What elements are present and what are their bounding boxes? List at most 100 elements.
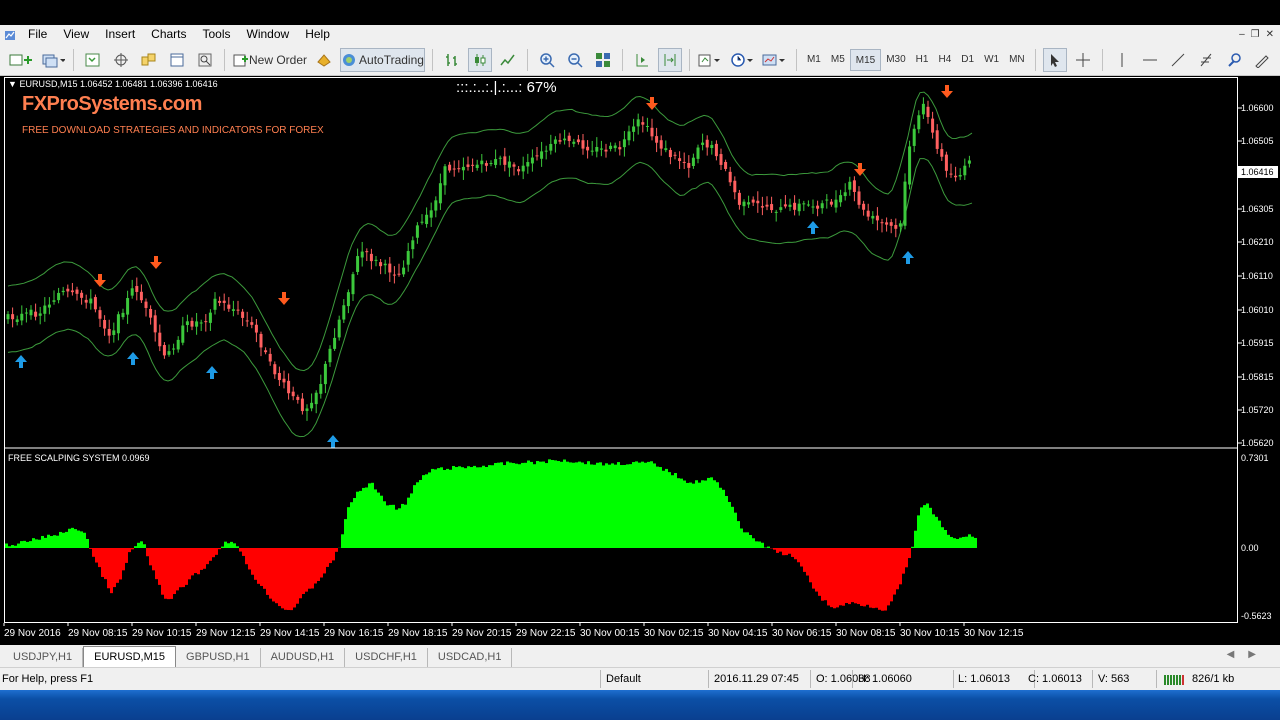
tab-scroll-arrows[interactable]: ◀▶ [1227, 649, 1270, 660]
menu-file[interactable]: File [20, 25, 55, 44]
status-bar: For Help, press F1 Default 2016.11.29 07… [0, 667, 1280, 690]
draw-tools-icon[interactable] [1250, 48, 1274, 72]
indicator-level-label: 0.7301 [1241, 453, 1269, 463]
tab-audusd-h1[interactable]: AUDUSD,H1 [261, 648, 346, 667]
tile-windows-icon[interactable] [591, 48, 615, 72]
price-label: 1.05815 [1241, 372, 1274, 382]
status-traffic: 826/1 kb [1192, 673, 1235, 685]
time-label: 29 Nov 12:15 [196, 628, 256, 639]
timeframe-d1[interactable]: D1 [956, 49, 979, 71]
chart-area[interactable] [4, 77, 1238, 623]
crosshair-icon[interactable] [1071, 48, 1095, 72]
tab-usdcad-h1[interactable]: USDCAD,H1 [428, 648, 513, 667]
minimize-icon[interactable]: – [1239, 29, 1245, 40]
cursor-icon[interactable] [1042, 47, 1067, 72]
brand-tagline: FREE DOWNLOAD STRATEGIES AND INDICATORS … [22, 125, 324, 136]
tab-eurusd-m15[interactable]: EURUSD,M15 [83, 646, 177, 667]
time-label: 29 Nov 2016 [4, 628, 61, 639]
new-order-button[interactable]: New Order [232, 48, 308, 72]
strategy-tester-icon[interactable] [193, 48, 217, 72]
price-label: 1.06210 [1241, 237, 1274, 247]
price-label: 1.05720 [1241, 405, 1274, 415]
status-volume: V: 563 [1098, 673, 1130, 685]
chart-tabs: USDJPY,H1 EURUSD,M15 GBPUSD,H1 AUDUSD,H1… [0, 645, 1280, 667]
price-axis[interactable]: 1.06600 1.06505 1.06416 1.06305 1.06210 1.061… [1238, 77, 1280, 623]
price-label: 1.05620 [1241, 438, 1274, 448]
menu-help[interactable]: Help [297, 25, 338, 44]
menu-tools[interactable]: Tools [195, 25, 239, 44]
tab-gbpusd-h1[interactable]: GBPUSD,H1 [176, 648, 261, 667]
zoom-in-icon[interactable] [535, 48, 559, 72]
app-logo-icon [0, 25, 20, 44]
indicator-level-label: 0.00 [1241, 543, 1259, 553]
indicator-level-label: -0.5623 [1241, 611, 1272, 621]
os-taskbar [0, 690, 1280, 720]
autotrading-button[interactable]: AutoTrading [340, 47, 425, 72]
timeframe-w1[interactable]: W1 [979, 49, 1004, 71]
line-chart-icon[interactable] [496, 48, 520, 72]
price-label: 1.06416 [1241, 167, 1274, 177]
status-profile: Default [606, 673, 641, 685]
trendline-icon[interactable] [1166, 48, 1190, 72]
vertical-line-icon[interactable] [1110, 48, 1134, 72]
terminal-icon[interactable] [165, 48, 189, 72]
status-help: For Help, press F1 [2, 673, 94, 685]
menu-view[interactable]: View [55, 25, 97, 44]
price-label: 1.06505 [1241, 136, 1274, 146]
time-label: 29 Nov 08:15 [68, 628, 128, 639]
auto-scroll-icon[interactable] [657, 47, 682, 72]
text-tool-icon[interactable] [1222, 48, 1246, 72]
time-label: 29 Nov 22:15 [516, 628, 576, 639]
timeframe-h4[interactable]: H4 [933, 49, 956, 71]
chart-canvas [5, 85, 1237, 611]
timeframe-m15[interactable]: M15 [849, 48, 882, 71]
zoom-out-icon[interactable] [563, 48, 587, 72]
timeframe-m5[interactable]: M5 [826, 49, 850, 71]
new-chart-button[interactable] [8, 48, 36, 72]
timeframe-m30[interactable]: M30 [881, 49, 910, 71]
price-label: 1.06600 [1241, 103, 1274, 113]
symbol-ohlc: EURUSD,M15 1.06452 1.06481 1.06396 1.064… [19, 79, 218, 89]
candlestick-chart-icon[interactable] [467, 47, 492, 72]
loading-progress: :::.:..:.|.:...: 67% [456, 79, 557, 96]
time-label: 30 Nov 10:15 [900, 628, 960, 639]
chart-shift-icon[interactable] [630, 48, 654, 72]
timeframe-h1[interactable]: H1 [911, 49, 934, 71]
collapse-arrow-icon[interactable]: ▼ [8, 79, 17, 89]
time-label: 29 Nov 14:15 [260, 628, 320, 639]
price-label: 1.06110 [1241, 271, 1273, 281]
menu-insert[interactable]: Insert [97, 25, 143, 44]
market-watch-icon[interactable] [81, 48, 105, 72]
time-label: 30 Nov 02:15 [644, 628, 704, 639]
price-label: 1.05915 [1241, 338, 1274, 348]
templates-icon[interactable] [761, 48, 789, 72]
time-label: 29 Nov 20:15 [452, 628, 512, 639]
restore-icon[interactable]: ❐ [1251, 29, 1260, 40]
horizontal-line-icon[interactable] [1138, 48, 1162, 72]
time-label: 29 Nov 18:15 [388, 628, 448, 639]
time-label: 29 Nov 10:15 [132, 628, 192, 639]
indicators-list-icon[interactable] [697, 48, 725, 72]
indicator-title: FREE SCALPING SYSTEM 0.0969 [8, 453, 150, 463]
autotrading-label: AutoTrading [359, 52, 424, 67]
menu-window[interactable]: Window [239, 25, 298, 44]
timeframe-mn[interactable]: MN [1004, 49, 1030, 71]
timeframe-m1[interactable]: M1 [802, 49, 826, 71]
data-window-icon[interactable] [109, 48, 133, 72]
navigator-icon[interactable] [137, 48, 161, 72]
expert-advisors-icon[interactable] [312, 48, 336, 72]
bar-chart-icon[interactable] [440, 48, 464, 72]
fibonacci-icon[interactable] [1194, 48, 1218, 72]
profiles-button[interactable] [40, 48, 66, 72]
menu-charts[interactable]: Charts [143, 25, 194, 44]
status-datetime: 2016.11.29 07:45 [714, 673, 799, 685]
close-icon[interactable]: ✕ [1266, 29, 1274, 40]
periods-clock-icon[interactable] [729, 48, 757, 72]
tab-usdjpy-h1[interactable]: USDJPY,H1 [3, 648, 84, 667]
time-axis[interactable]: 29 Nov 2016 29 Nov 08:15 29 Nov 10:15 29 No… [0, 623, 1280, 643]
status-low: L: 1.06013 [958, 673, 1010, 685]
time-label: 30 Nov 00:15 [580, 628, 640, 639]
tab-usdchf-h1[interactable]: USDCHF,H1 [345, 648, 428, 667]
status-close: C: 1.06013 [1028, 673, 1082, 685]
connection-bars-icon [1164, 668, 1188, 690]
